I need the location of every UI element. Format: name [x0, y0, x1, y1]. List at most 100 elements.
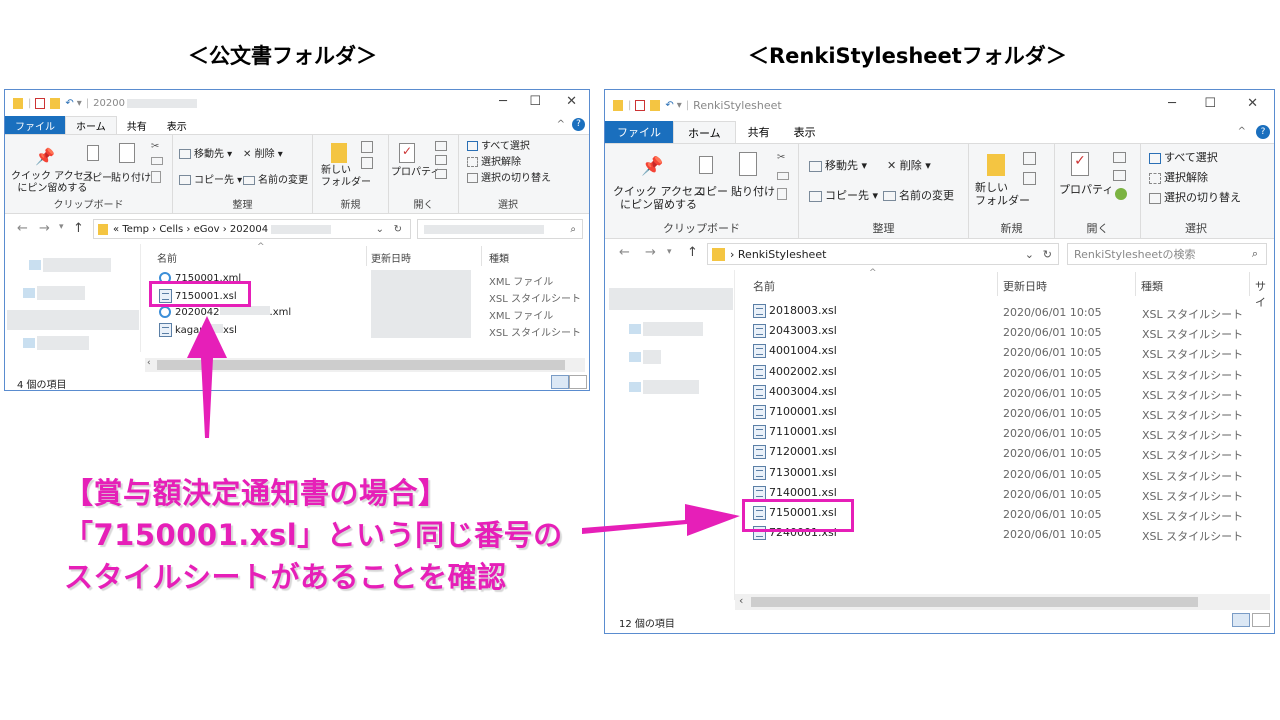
refresh-icon[interactable]: ↻ [394, 224, 402, 235]
column-header-type[interactable]: 種類 [489, 250, 509, 265]
minimize-button[interactable]: ─ [1168, 96, 1176, 111]
paste-shortcut-icon[interactable] [777, 188, 787, 200]
paste-shortcut-icon[interactable] [151, 171, 161, 183]
open-icon[interactable] [435, 141, 447, 151]
tab-file[interactable]: ファイル [605, 121, 673, 143]
cut-icon[interactable]: ✂ [151, 141, 159, 152]
column-header-type[interactable]: 種類 [1141, 278, 1163, 294]
back-button[interactable]: ← [619, 245, 630, 260]
search-box[interactable]: RenkiStylesheetの検索 ⌕ [1067, 243, 1267, 265]
file-row[interactable]: 7130001.xsl [753, 466, 837, 480]
column-header-name[interactable]: 名前 [157, 250, 177, 265]
file-row[interactable]: 7110001.xsl [753, 425, 837, 439]
details-view-button[interactable] [1232, 613, 1250, 627]
column-divider[interactable] [366, 246, 367, 266]
column-header-date[interactable]: 更新日時 [1003, 278, 1047, 294]
recent-locations-button[interactable]: ▾ [667, 247, 672, 257]
copy-path-icon[interactable] [777, 172, 789, 180]
undo-icon[interactable]: ↶ [665, 100, 673, 111]
copy-to-button[interactable]: コピー先 ▾ [179, 175, 242, 187]
properties-button[interactable]: プロパティ [1059, 183, 1113, 197]
scroll-left-icon[interactable]: ‹ [147, 358, 151, 368]
address-dropdown-icon[interactable]: ⌄ [376, 224, 384, 235]
file-row[interactable]: 2018003.xsl [753, 304, 837, 318]
delete-button[interactable]: ✕ 削除 ▾ [243, 149, 283, 161]
column-header-name[interactable]: 名前 [753, 278, 775, 294]
tab-home[interactable]: ホーム [673, 121, 736, 143]
copy-button[interactable]: コピー [695, 185, 728, 199]
tab-share[interactable]: 共有 [117, 116, 157, 134]
scrollbar-thumb[interactable] [157, 360, 565, 370]
back-button[interactable]: ← [17, 221, 28, 236]
paste-button[interactable]: 貼り付け [111, 173, 151, 185]
new-item-icon[interactable] [1023, 152, 1036, 165]
edit-icon[interactable] [1113, 170, 1126, 181]
file-row[interactable]: 4001004.xsl [753, 344, 837, 358]
paste-button[interactable]: 貼り付け [731, 185, 775, 199]
copy-to-button[interactable]: コピー先 ▾ [809, 189, 878, 203]
delete-button[interactable]: ✕ 削除 ▾ [887, 159, 931, 173]
select-none-button[interactable]: 選択解除 [467, 157, 521, 169]
nav-item-blurred[interactable] [643, 380, 699, 394]
invert-selection-button[interactable]: 選択の切り替え [1149, 191, 1241, 205]
collapse-ribbon-icon[interactable]: ^ [557, 119, 565, 130]
forward-button[interactable]: → [39, 221, 50, 236]
horizontal-scrollbar[interactable]: ‹ [145, 358, 585, 372]
tab-home[interactable]: ホーム [65, 116, 117, 134]
large-icons-view-button[interactable] [1252, 613, 1270, 627]
address-bar[interactable]: « Temp › Cells › eGov › 202004 ⌄ ↻ [93, 219, 411, 239]
up-button[interactable]: ↑ [687, 245, 698, 260]
maximize-button[interactable]: ☐ [529, 94, 541, 109]
select-all-button[interactable]: すべて選択 [1149, 151, 1218, 165]
address-bar[interactable]: › RenkiStylesheet ⌄ ↻ [707, 243, 1059, 265]
scroll-left-icon[interactable]: ‹ [739, 594, 743, 607]
nav-item-blurred[interactable] [643, 350, 661, 364]
properties-quick-icon[interactable] [35, 97, 46, 109]
file-row[interactable]: 7100001.xsl [753, 405, 837, 419]
file-row[interactable]: 4003004.xsl [753, 385, 837, 399]
file-row[interactable]: 2020042 .xml [159, 306, 291, 318]
forward-button[interactable]: → [645, 245, 656, 260]
tab-view[interactable]: 表示 [157, 116, 197, 134]
nav-item-blurred[interactable] [643, 322, 703, 336]
new-folder-quick-icon[interactable] [650, 99, 661, 111]
column-divider[interactable] [481, 246, 482, 266]
easy-access-icon[interactable] [1023, 172, 1036, 185]
maximize-button[interactable]: ☐ [1204, 96, 1216, 111]
new-item-icon[interactable] [361, 141, 373, 153]
column-divider[interactable] [1249, 272, 1250, 296]
history-icon[interactable] [435, 169, 447, 179]
file-row[interactable]: 4002002.xsl [753, 365, 837, 379]
copy-button[interactable]: コピー [82, 173, 112, 185]
address-dropdown-icon[interactable]: ⌄ [1025, 248, 1034, 261]
column-header-size[interactable]: サイ [1255, 278, 1274, 310]
nav-item-blurred[interactable] [43, 258, 111, 272]
move-to-button[interactable]: 移動先 ▾ [179, 149, 232, 161]
file-row[interactable]: 7140001.xsl [753, 486, 837, 500]
minimize-button[interactable]: ─ [499, 94, 507, 109]
help-icon[interactable]: ? [572, 118, 585, 131]
column-header-date[interactable]: 更新日時 [371, 250, 411, 265]
tab-view[interactable]: 表示 [782, 121, 828, 143]
file-row[interactable]: 2043003.xsl [753, 324, 837, 338]
file-row[interactable]: kagam xsl [159, 323, 237, 337]
collapse-ribbon-icon[interactable]: ^ [1238, 126, 1246, 137]
nav-item-blurred[interactable] [7, 310, 139, 330]
chevron-down-icon[interactable]: ▾ [677, 100, 682, 111]
rename-button[interactable]: 名前の変更 [883, 189, 954, 203]
scrollbar-thumb[interactable] [751, 597, 1198, 607]
column-divider[interactable] [1135, 272, 1136, 296]
tab-share[interactable]: 共有 [736, 121, 782, 143]
properties-quick-icon[interactable] [635, 99, 646, 111]
undo-icon[interactable]: ↶ [65, 98, 73, 109]
search-box[interactable]: ⌕ [417, 219, 583, 239]
details-view-button[interactable] [551, 375, 569, 389]
close-button[interactable]: ✕ [566, 94, 577, 109]
nav-item-blurred[interactable] [37, 336, 89, 350]
new-folder-quick-icon[interactable] [50, 97, 61, 109]
edit-icon[interactable] [435, 155, 447, 165]
search-icon[interactable]: ⌕ [570, 224, 576, 235]
open-icon[interactable] [1113, 152, 1126, 163]
horizontal-scrollbar[interactable]: ‹ [735, 594, 1270, 610]
new-folder-button[interactable]: 新しい フォルダー [975, 181, 1030, 207]
